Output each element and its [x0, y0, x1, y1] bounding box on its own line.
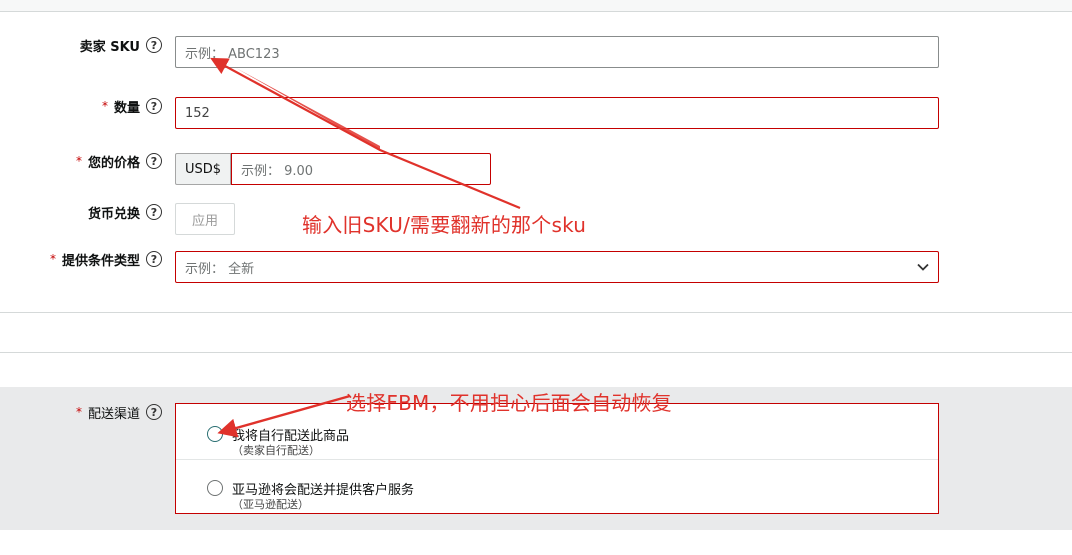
sku-input[interactable]: 示例： ABC123	[175, 36, 939, 68]
section-divider	[0, 312, 1072, 313]
question-circle-icon[interactable]: ?	[146, 37, 162, 53]
option-merchant-subtitle: （卖家自行配送）	[232, 444, 320, 457]
radio-merchant-fulfilled[interactable]	[207, 426, 223, 442]
currency-conversion-label-row: 货币兑换 ?	[88, 201, 162, 223]
quantity-value: 152	[185, 105, 210, 121]
apply-button[interactable]: 应用	[175, 203, 235, 235]
sku-label: 卖家 SKU	[79, 39, 140, 55]
chevron-down-icon	[917, 263, 929, 271]
sku-label-row: 卖家 SKU ?	[80, 34, 162, 56]
question-circle-icon[interactable]: ?	[146, 404, 162, 420]
quantity-label: 数量	[113, 100, 140, 116]
sku-annotation: 输入旧SKU/需要翻新的那个sku	[302, 213, 587, 237]
price-input[interactable]: 示例： 9.00	[231, 153, 491, 185]
price-label-row: * 您的价格 ?	[76, 150, 162, 172]
required-mark: *	[75, 405, 82, 419]
condition-placeholder: 示例： 全新	[185, 261, 255, 277]
currency-prefix: USD$	[175, 153, 231, 185]
price-label: 您的价格	[87, 155, 140, 171]
question-circle-icon[interactable]: ?	[146, 204, 162, 220]
question-circle-icon[interactable]: ?	[146, 98, 162, 114]
required-mark: *	[49, 252, 56, 266]
question-circle-icon[interactable]: ?	[146, 251, 162, 267]
required-mark: *	[101, 99, 108, 113]
sku-arrow	[210, 57, 521, 210]
shipping-label: 配送渠道	[87, 406, 140, 422]
option-divider	[176, 459, 938, 460]
required-mark: *	[75, 154, 82, 168]
question-circle-icon[interactable]: ?	[146, 153, 162, 169]
condition-label-row: * 提供条件类型 ?	[50, 248, 162, 270]
shipping-options-box: 我将自行配送此商品 （卖家自行配送） 亚马逊将会配送并提供客户服务 （亚马逊配送…	[175, 403, 939, 514]
radio-amazon-fulfilled[interactable]	[207, 480, 223, 496]
option-amazon-subtitle: （亚马逊配送）	[232, 498, 309, 511]
section-divider	[0, 352, 1072, 353]
currency-conversion-label: 货币兑换	[87, 206, 140, 222]
quantity-input[interactable]: 152	[175, 97, 939, 129]
fbm-annotation: 选择FBM，不用担心后面会自动恢复	[346, 391, 672, 415]
shipping-label-row: * 配送渠道 ?	[76, 401, 162, 423]
condition-select[interactable]: 示例： 全新	[175, 251, 939, 283]
price-placeholder: 示例： 9.00	[241, 163, 314, 179]
condition-label: 提供条件类型	[61, 253, 140, 269]
sku-placeholder: 示例： ABC123	[185, 46, 280, 62]
top-bar	[0, 0, 1072, 12]
quantity-label-row: * 数量 ?	[102, 95, 162, 117]
